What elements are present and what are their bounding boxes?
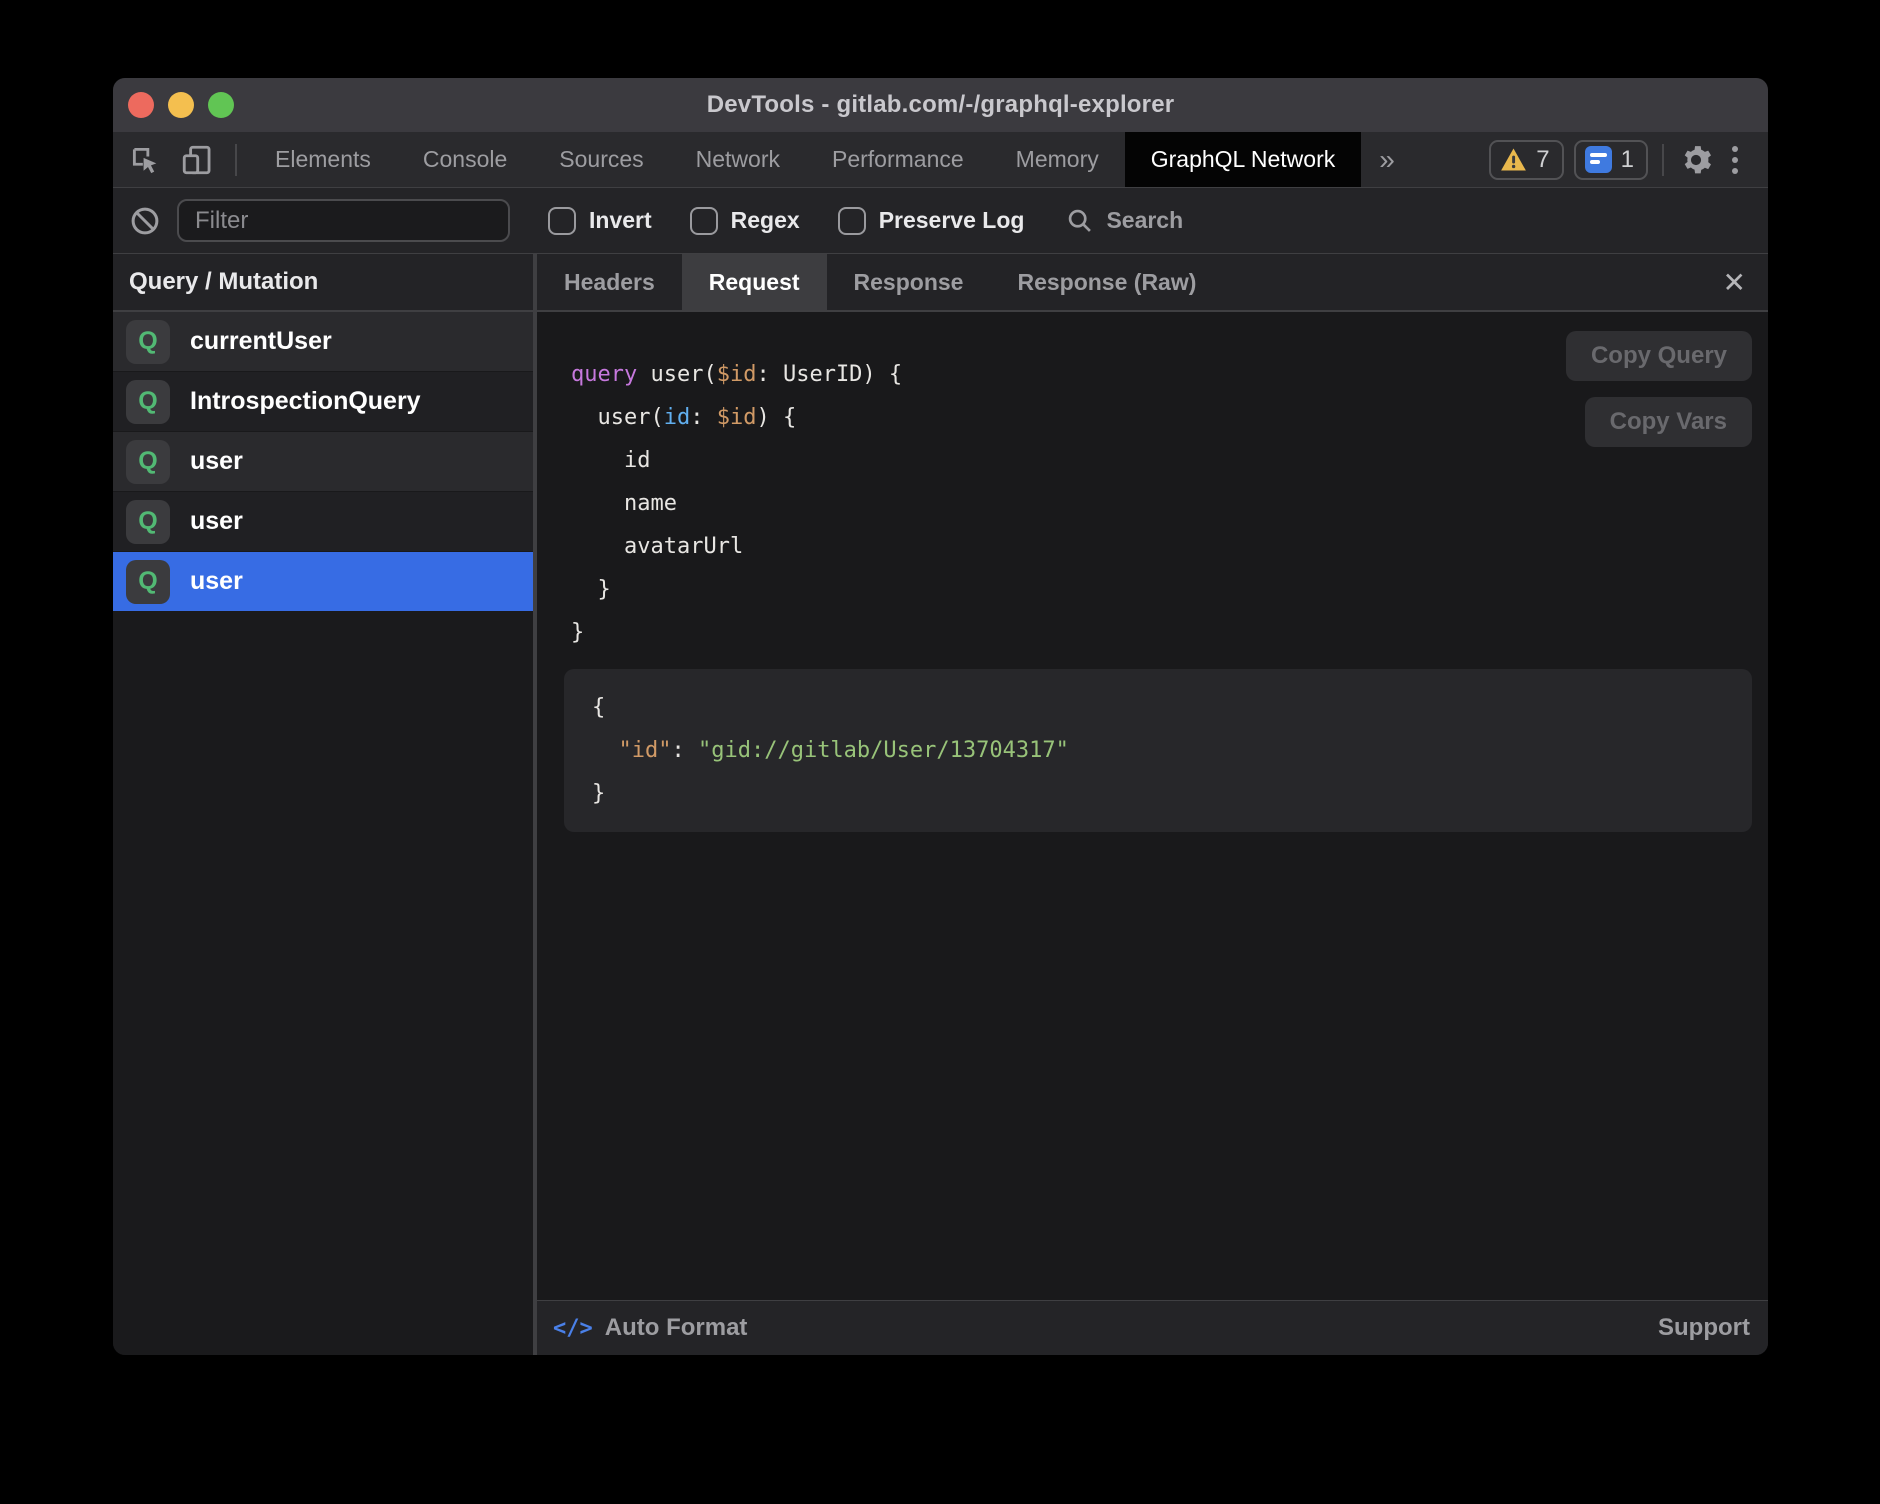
close-panel-icon[interactable]: ✕ [1701, 254, 1768, 310]
devtools-toolbar: ElementsConsoleSourcesNetworkPerformance… [113, 132, 1768, 188]
toolbar-divider [1662, 144, 1664, 176]
search-icon [1066, 207, 1094, 235]
code-line: { [592, 686, 1724, 729]
query-list-item-introspectionquery[interactable]: Q IntrospectionQuery [113, 372, 533, 432]
settings-gear-icon[interactable] [1678, 142, 1714, 178]
more-options-kebab-icon[interactable] [1724, 146, 1746, 174]
warning-triangle-icon [1500, 147, 1527, 172]
filter-option-regex: Regex [690, 207, 800, 235]
panel-footer: </> Auto Format Support [537, 1300, 1768, 1355]
query-variables-code: { "id": "gid://gitlab/User/13704317"} [592, 686, 1724, 815]
devtools-tab-bar: ElementsConsoleSourcesNetworkPerformance… [249, 132, 1361, 187]
request-tab-headers[interactable]: Headers [537, 254, 682, 310]
code-line: name [571, 482, 1768, 525]
regex-checkbox[interactable] [690, 207, 718, 235]
title-bar: DevTools - gitlab.com/-/graphql-explorer [113, 78, 1768, 132]
query-list-item-user[interactable]: Quser [113, 432, 533, 492]
filter-option-invert: Invert [548, 207, 652, 235]
devtools-tab-memory[interactable]: Memory [990, 132, 1125, 187]
copy-query-button[interactable]: Copy Query [1566, 331, 1752, 381]
toolbar-right: 7 1 [1489, 132, 1768, 187]
filter-checkboxes: Invert Regex Preserve Log [510, 207, 1024, 235]
query-type-badge: Q [126, 440, 170, 484]
code-line: } [571, 611, 1768, 654]
request-tab-bar: HeadersRequestResponseResponse (Raw) ✕ [537, 254, 1768, 312]
query-name: IntrospectionQuery [190, 387, 421, 416]
inspect-element-icon[interactable] [127, 142, 163, 178]
copy-buttons: Copy Query Copy Vars [1566, 331, 1752, 447]
devtools-tab-graphql-network[interactable]: GraphQL Network [1125, 132, 1362, 187]
warning-count: 7 [1536, 146, 1549, 174]
minimize-window-button[interactable] [168, 92, 194, 118]
messages-badge[interactable]: 1 [1574, 140, 1648, 180]
query-type-badge: Q [126, 320, 170, 364]
message-count: 1 [1621, 146, 1634, 174]
query-type-badge: Q [126, 560, 170, 604]
clear-block-icon[interactable] [127, 203, 163, 239]
request-tab-content: query user($id: UserID) { user(id: $id) … [537, 312, 1768, 1300]
auto-format-control[interactable]: </> Auto Format [553, 1314, 747, 1342]
devtools-tab-network[interactable]: Network [670, 132, 806, 187]
invert-label: Invert [589, 207, 652, 234]
filter-input[interactable] [177, 199, 510, 242]
query-list-item-user[interactable]: Quser [113, 552, 533, 612]
filter-bar: Invert Regex Preserve Log Search [113, 188, 1768, 254]
devtools-tab-elements[interactable]: Elements [249, 132, 397, 187]
code-line: "id": "gid://gitlab/User/13704317" [592, 729, 1724, 772]
preserve-log-label: Preserve Log [879, 207, 1025, 234]
query-list-panel: Query / Mutation QcurrentUserQIntrospect… [113, 254, 533, 1355]
query-list-item-currentuser[interactable]: QcurrentUser [113, 312, 533, 372]
zoom-window-button[interactable] [208, 92, 234, 118]
code-line: avatarUrl [571, 525, 1768, 568]
toolbar-left-icons [113, 132, 241, 187]
more-tabs-icon[interactable]: » [1361, 132, 1413, 187]
request-tab-response[interactable]: Response [827, 254, 991, 310]
devtools-window: DevTools - gitlab.com/-/graphql-explorer… [113, 78, 1768, 1355]
query-list: QcurrentUserQIntrospectionQueryQuserQuse… [113, 312, 533, 1355]
request-tab-request[interactable]: Request [682, 254, 827, 310]
regex-label: Regex [731, 207, 800, 234]
query-variables-box: { "id": "gid://gitlab/User/13704317"} [564, 669, 1752, 832]
query-type-badge: Q [126, 380, 170, 424]
query-type-badge: Q [126, 500, 170, 544]
copy-vars-button[interactable]: Copy Vars [1585, 397, 1752, 447]
window-title: DevTools - gitlab.com/-/graphql-explorer [707, 91, 1175, 119]
warnings-badge[interactable]: 7 [1489, 140, 1563, 180]
toolbar-divider [235, 144, 237, 176]
close-window-button[interactable] [128, 92, 154, 118]
support-link[interactable]: Support [1658, 1314, 1750, 1342]
traffic-lights [128, 92, 234, 118]
query-name: user [190, 447, 243, 476]
devtools-tab-sources[interactable]: Sources [533, 132, 669, 187]
filter-option-preserve-log: Preserve Log [838, 207, 1025, 235]
device-toolbar-icon[interactable] [179, 142, 215, 178]
query-name: user [190, 567, 243, 596]
preserve-log-checkbox[interactable] [838, 207, 866, 235]
devtools-tab-performance[interactable]: Performance [806, 132, 990, 187]
request-tab-response-raw[interactable]: Response (Raw) [990, 254, 1223, 310]
code-line: } [592, 772, 1724, 815]
search-control[interactable]: Search [1066, 207, 1183, 235]
query-name: currentUser [190, 327, 332, 356]
devtools-tab-console[interactable]: Console [397, 132, 533, 187]
query-list-header: Query / Mutation [113, 254, 533, 312]
message-icon [1585, 146, 1612, 173]
auto-format-label: Auto Format [605, 1314, 748, 1342]
request-detail-panel: HeadersRequestResponseResponse (Raw) ✕ qu… [537, 254, 1768, 1355]
code-brackets-icon: </> [553, 1316, 593, 1341]
search-label: Search [1106, 207, 1183, 234]
query-name: user [190, 507, 243, 536]
code-line: } [571, 568, 1768, 611]
invert-checkbox[interactable] [548, 207, 576, 235]
query-list-item-user[interactable]: Quser [113, 492, 533, 552]
